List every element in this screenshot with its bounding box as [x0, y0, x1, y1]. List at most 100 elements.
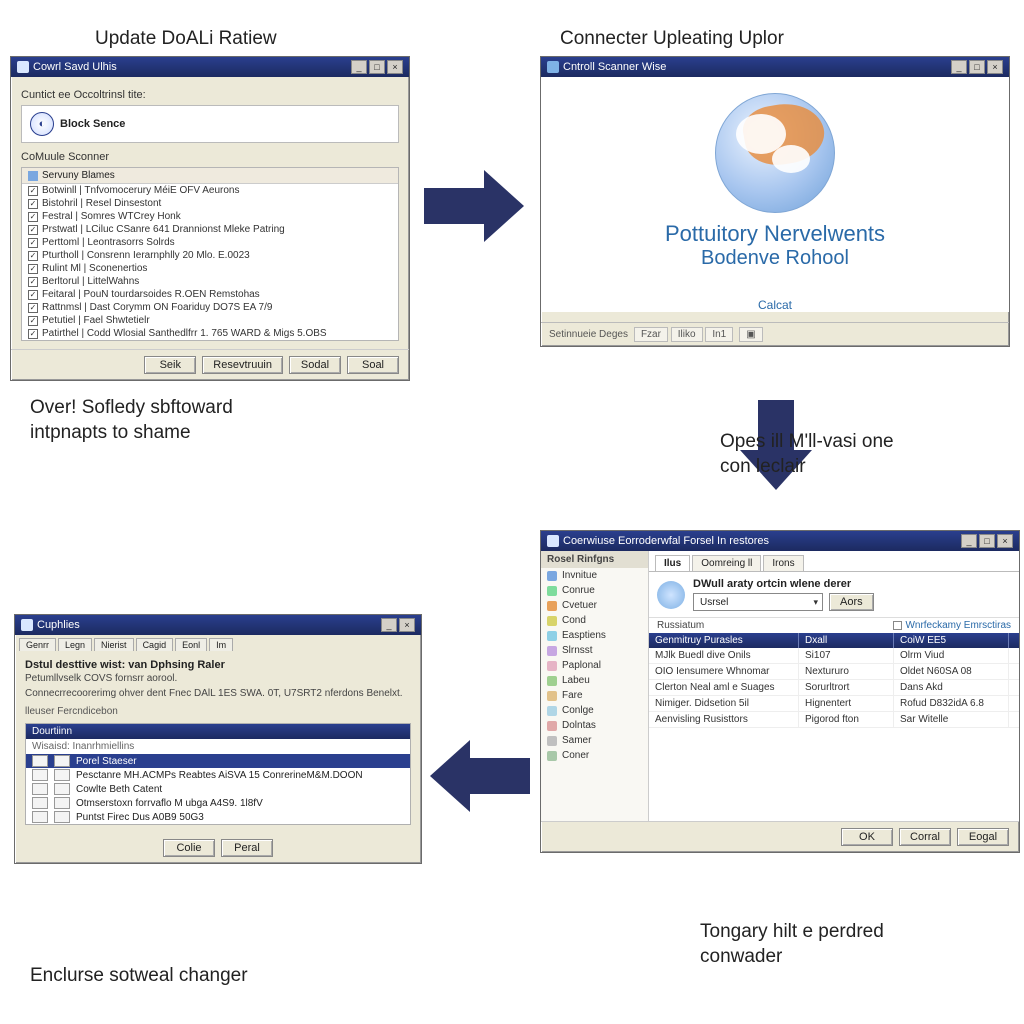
checkbox-icon[interactable] [893, 621, 902, 630]
filter-apply-button[interactable]: Aors [829, 593, 874, 611]
checkbox-icon[interactable]: ✓ [28, 329, 38, 339]
list-item-selected[interactable]: Porel Staeser [26, 754, 410, 768]
tab[interactable]: Cagid [136, 638, 174, 651]
update-item[interactable]: ✓Petutiel | Fael Shwtetielr [22, 314, 398, 327]
dialog-button[interactable]: Peral [221, 839, 273, 857]
update-item[interactable]: ✓Rattnmsl | Dast Corymm ON Foariduy DO7S… [22, 301, 398, 314]
dialog-button[interactable]: Soal [347, 356, 399, 374]
tab[interactable]: Im [209, 638, 233, 651]
dialog-button[interactable]: Seik [144, 356, 196, 374]
checkbox-icon[interactable]: ✓ [28, 225, 38, 235]
titlebar[interactable]: Cowrl Savd Ulhis _ □ × [11, 57, 409, 77]
dialog-button[interactable]: Sodal [289, 356, 341, 374]
dialog-button[interactable]: Colie [163, 839, 215, 857]
update-item[interactable]: ✓Festral | Somres WTCrey Honk [22, 210, 398, 223]
table-row[interactable]: Clerton Neal aml e SuagesSorurltrortDans… [649, 680, 1019, 696]
close-button[interactable]: × [997, 534, 1013, 548]
checkbox-icon[interactable]: ✓ [28, 251, 38, 261]
list-item[interactable]: Cowlte Beth Catent [26, 782, 410, 796]
sidebar-item[interactable]: Conrue [541, 583, 648, 598]
column-header[interactable]: Dxall [799, 633, 894, 648]
sidebar-item[interactable]: Cvetuer [541, 598, 648, 613]
tab[interactable]: Oomreing ll [692, 555, 761, 571]
update-item[interactable]: ✓Botwinll | Tnfvomocerury MéiE OFV Aeuro… [22, 184, 398, 197]
checkbox-icon[interactable]: ✓ [28, 264, 38, 274]
minimize-button[interactable]: _ [951, 60, 967, 74]
subheader-right[interactable]: Wnrfeckamy Emrsctiras [905, 620, 1011, 631]
tab[interactable]: Irons [763, 555, 803, 571]
dialog-button[interactable]: Eogal [957, 828, 1009, 846]
checkbox-icon[interactable]: ✓ [28, 199, 38, 209]
update-item[interactable]: ✓Bistohril | Resel Dinsestont [22, 197, 398, 210]
dialog-button[interactable]: OK [841, 828, 893, 846]
table-row[interactable]: Aenvisling RusisttorsPigorod ftonSar Wit… [649, 712, 1019, 728]
list-item[interactable]: Otmserstoxn forrvaflo M ubga A4S9. 1l8fV [26, 796, 410, 810]
filter-dropdown[interactable]: Usrsel [693, 593, 823, 611]
minimize-button[interactable]: _ [961, 534, 977, 548]
sidebar-item[interactable]: Coner [541, 748, 648, 763]
sidebar-item[interactable]: Cond [541, 613, 648, 628]
list-item[interactable]: Pesctanre MH.ACMPs Reabtes AiSVA 15 Conr… [26, 768, 410, 782]
titlebar[interactable]: Coerwiuse Eorroderwfal Forsel In restore… [541, 531, 1019, 551]
close-button[interactable]: × [987, 60, 1003, 74]
item-icon [54, 769, 70, 781]
sidebar-item-label: Conrue [562, 585, 595, 596]
checkbox-icon[interactable]: ✓ [28, 303, 38, 313]
update-item[interactable]: ✓Prstwatl | LCiluc CSanre 641 Drannionst… [22, 223, 398, 236]
maximize-button[interactable]: □ [969, 60, 985, 74]
tab[interactable]: Eonl [175, 638, 207, 651]
update-item[interactable]: ✓Feitaral | PouN tourdarsoides R.OEN Rem… [22, 288, 398, 301]
checkbox-icon[interactable]: ✓ [28, 186, 38, 196]
sidebar-item[interactable]: Dolntas [541, 718, 648, 733]
tab[interactable]: Genrr [19, 638, 56, 651]
checkbox-icon[interactable]: ✓ [28, 316, 38, 326]
inner-list-head: Dourtiinn [26, 724, 410, 739]
cancel-link[interactable]: Calcat [547, 298, 1003, 312]
sidebar: Rosel Rinfgns InvnitueConrueCvetuerCondE… [541, 551, 649, 821]
close-button[interactable]: × [399, 618, 415, 632]
data-table: Genmitruy PuraslesDxallCoiW EE5 MJlk Bue… [649, 633, 1019, 728]
list-item[interactable]: Puntst Firec Dus A0B9 50G3 [26, 810, 410, 824]
app-icon [547, 535, 559, 547]
sidebar-item[interactable]: Labeu [541, 673, 648, 688]
column-header[interactable]: Genmitruy Purasles [649, 633, 799, 648]
sidebar-item[interactable]: Paplonal [541, 658, 648, 673]
column-header[interactable]: CoiW EE5 [894, 633, 1009, 648]
maximize-button[interactable]: □ [369, 60, 385, 74]
sidebar-item[interactable]: Slrnsst [541, 643, 648, 658]
table-cell: Sorurltrort [799, 680, 894, 695]
sidebar-item[interactable]: Conlge [541, 703, 648, 718]
sidebar-item[interactable]: Invnitue [541, 568, 648, 583]
maximize-button[interactable]: □ [979, 534, 995, 548]
dialog-button[interactable]: Resevtruuin [202, 356, 283, 374]
tab[interactable]: Ilus [655, 555, 690, 571]
checkbox-icon[interactable]: ✓ [28, 277, 38, 287]
titlebar[interactable]: Cuphlies _ × [15, 615, 421, 635]
sidebar-item[interactable]: Fare [541, 688, 648, 703]
minimize-button[interactable]: _ [381, 618, 397, 632]
titlebar[interactable]: Cntroll Scanner Wise _ □ × [541, 57, 1009, 77]
checkbox-icon[interactable]: ✓ [28, 212, 38, 222]
tab[interactable]: Nierist [94, 638, 134, 651]
update-item[interactable]: ✓ Patirthel | Codd Wlosial Santhedlfrr 1.… [22, 327, 398, 340]
update-item[interactable]: ✓Berltorul | LittelWahns [22, 275, 398, 288]
table-row[interactable]: Nimiger. Didsetion 5ilHignentertRofud D8… [649, 696, 1019, 712]
sidebar-item[interactable]: Easptiens [541, 628, 648, 643]
caption-beside-w2: Opes ill M'll-vasi one con leclair [720, 430, 894, 479]
dialog-button[interactable]: Corral [899, 828, 951, 846]
checkbox-icon[interactable]: ✓ [28, 290, 38, 300]
checkbox-icon[interactable]: ✓ [28, 238, 38, 248]
update-item[interactable]: ✓Rulint Ml | Sconenertios [22, 262, 398, 275]
update-item[interactable]: ✓ Perttoml | Leontrasorrs Solrds [22, 236, 398, 249]
sidebar-item[interactable]: Samer [541, 733, 648, 748]
tab[interactable]: Legn [58, 638, 92, 651]
table-row[interactable]: MJlk Buedl dive OnilsSi107Olrm Viud [649, 648, 1019, 664]
item-label: Perttoml | Leontrasorrs Solrds [42, 237, 175, 248]
update-item[interactable]: ✓Pturtholl | Consrenn Ierarnphlly 20 Mlo… [22, 249, 398, 262]
item-label: Patirthel | Codd Wlosial Santhedlfrr 1. … [42, 328, 327, 339]
table-cell: Nextururo [799, 664, 894, 679]
close-button[interactable]: × [387, 60, 403, 74]
minimize-button[interactable]: _ [351, 60, 367, 74]
table-row[interactable]: OIO Iensumere WhnomarNextururoOldet N60S… [649, 664, 1019, 680]
dialog-heading: Dstul desttive wist: van Dphsing Raler [25, 659, 411, 671]
